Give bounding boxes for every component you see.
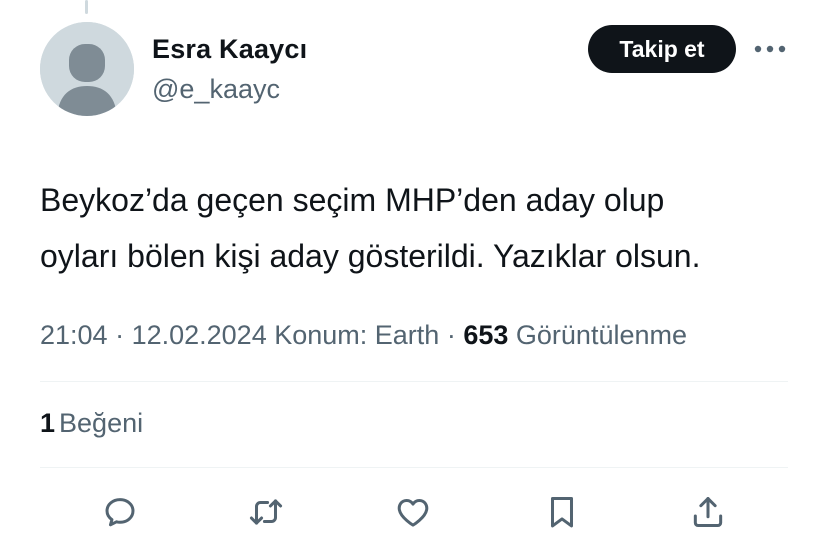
divider (40, 467, 788, 468)
author-handle[interactable]: @e_kaayc (152, 74, 280, 105)
follow-button[interactable]: Takip et (588, 25, 736, 73)
divider (40, 381, 788, 382)
bookmark-button[interactable] (540, 490, 584, 534)
more-horizontal-icon (754, 45, 786, 53)
views-count: 653 (463, 320, 509, 350)
tweet-location: Konum: Earth (274, 320, 440, 350)
tweet-text: Beykoz’da geçen seçim MHP’den aday olup … (40, 172, 800, 284)
like-icon (397, 498, 429, 527)
meta-separator: · (107, 320, 132, 350)
reply-icon (105, 498, 135, 527)
default-avatar-icon (40, 22, 134, 116)
likes-link[interactable]: 1 Beğeni (40, 408, 143, 439)
tweet-text-line: oyları bölen kişi aday gösterildi. Yazık… (40, 238, 701, 274)
like-button[interactable] (391, 490, 435, 534)
share-button[interactable] (686, 490, 730, 534)
views-label: Görüntülenme (515, 320, 688, 350)
meta-separator: · (439, 320, 464, 350)
likes-label: Beğeni (59, 408, 144, 438)
repost-button[interactable] (244, 490, 288, 534)
likes-count: 1 (40, 408, 56, 438)
thread-connector-line (85, 0, 88, 14)
tweet-date[interactable]: 12.02.2024 (132, 320, 267, 350)
tweet-time[interactable]: 21:04 (40, 320, 108, 350)
tweet-detail: Esra Kaaycı @e_kaayc Takip et Beykoz’da … (0, 0, 828, 534)
repost-icon (249, 499, 283, 525)
share-icon (693, 497, 723, 527)
author-display-name[interactable]: Esra Kaaycı (152, 34, 307, 65)
more-options-button[interactable] (752, 35, 788, 63)
bookmark-icon (550, 497, 574, 528)
tweet-text-line: Beykoz’da geçen seçim MHP’den aday olup (40, 182, 665, 218)
avatar[interactable] (40, 22, 134, 116)
tweet-meta: 21:04 · 12.02.2024 Konum: Earth · 653 Gö… (40, 320, 687, 351)
reply-button[interactable] (98, 490, 142, 534)
